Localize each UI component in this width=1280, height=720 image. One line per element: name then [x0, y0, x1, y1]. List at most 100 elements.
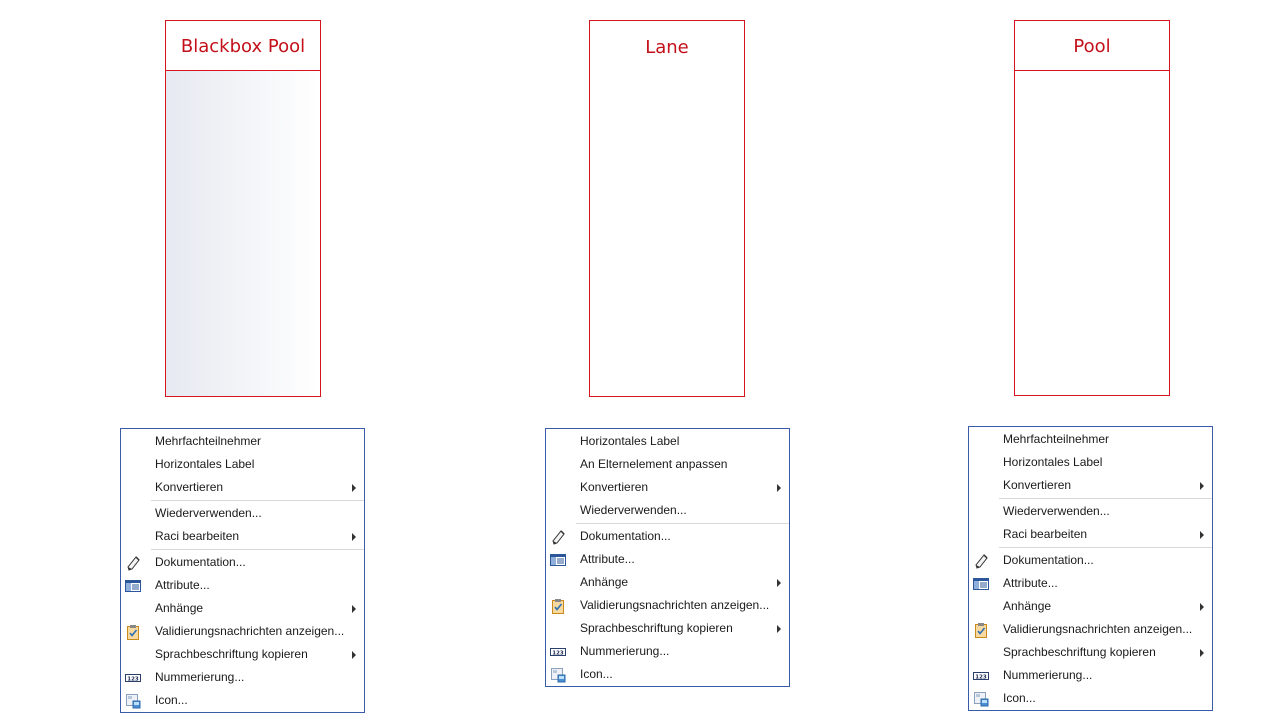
menu-item-label: Anhänge [580, 575, 629, 589]
menu-item-label: Raci bearbeiten [155, 529, 240, 543]
menu-item-anhänge[interactable]: Anhänge [546, 571, 789, 594]
attributes-table-icon [125, 578, 141, 594]
lane-shape[interactable]: Lane [589, 20, 745, 397]
menu-item-nummerierung[interactable]: 123 Nummerierung... [546, 640, 789, 663]
blackbox-pool-title: Blackbox Pool [180, 36, 306, 57]
menu-item-label: Sprachbeschriftung kopieren [580, 621, 733, 635]
menu-item-attribute[interactable]: Attribute... [546, 548, 789, 571]
menu-item-konvertieren[interactable]: Konvertieren [546, 476, 789, 499]
blackbox-pool-shape[interactable]: Blackbox Pool [165, 20, 321, 397]
submenu-arrow-icon [777, 484, 781, 492]
menu-item-sprachbeschriftung-kopieren[interactable]: Sprachbeschriftung kopieren [121, 643, 364, 666]
menu-item-label: Horizontales Label [580, 434, 680, 448]
menu-item-sprachbeschriftung-kopieren[interactable]: Sprachbeschriftung kopieren [546, 617, 789, 640]
menu-separator [576, 523, 789, 524]
context-menu-lane: Horizontales Label An Elternelement anpas… [545, 428, 790, 687]
menu-item-mehrfachteilnehmer[interactable]: Mehrfachteilnehmer [969, 428, 1212, 451]
menu-item-anhänge[interactable]: Anhänge [969, 595, 1212, 618]
menu-item-attribute[interactable]: Attribute... [969, 572, 1212, 595]
clipboard-check-icon [973, 622, 989, 638]
menu-item-mehrfachteilnehmer[interactable]: Mehrfachteilnehmer [121, 430, 364, 453]
menu-item-horizontales-label[interactable]: Horizontales Label [121, 453, 364, 476]
menu-item-validierungsnachrichten-anzeigen[interactable]: Validierungsnachrichten anzeigen... [121, 620, 364, 643]
pencil-icon [550, 529, 566, 545]
menu-item-label: Sprachbeschriftung kopieren [1003, 645, 1156, 659]
menu-item-label: Attribute... [155, 578, 210, 592]
submenu-arrow-icon [352, 605, 356, 613]
menu-item-validierungsnachrichten-anzeigen[interactable]: Validierungsnachrichten anzeigen... [546, 594, 789, 617]
numbering-123-icon: 123 [125, 670, 141, 686]
submenu-arrow-icon [1200, 603, 1204, 611]
menu-item-dokumentation[interactable]: Dokumentation... [969, 549, 1212, 572]
menu-item-nummerierung[interactable]: 123 Nummerierung... [121, 666, 364, 689]
menu-item-label: Konvertieren [1003, 478, 1072, 492]
menu-item-sprachbeschriftung-kopieren[interactable]: Sprachbeschriftung kopieren [969, 641, 1212, 664]
submenu-arrow-icon [1200, 531, 1204, 539]
svg-text:123: 123 [552, 651, 564, 657]
menu-item-label: Nummerierung... [1003, 668, 1093, 682]
menu-separator [151, 500, 364, 501]
attributes-table-icon [973, 576, 989, 592]
numbering-123-icon: 123 [973, 668, 989, 684]
menu-item-label: Attribute... [1003, 576, 1058, 590]
context-menu-blackbox-pool: Mehrfachteilnehmer Horizontales Label Konv… [120, 428, 365, 713]
menu-item-label: Icon... [580, 667, 613, 681]
menu-item-label: Icon... [155, 693, 188, 707]
menu-item-raci-bearbeiten[interactable]: Raci bearbeiten [969, 523, 1212, 546]
menu-item-label: Attribute... [580, 552, 635, 566]
image-icon [550, 667, 566, 683]
menu-item-wiederverwenden[interactable]: Wiederverwenden... [546, 499, 789, 522]
submenu-arrow-icon [777, 625, 781, 633]
menu-item-label: Raci bearbeiten [1003, 527, 1088, 541]
menu-item-label: Wiederverwenden... [580, 503, 687, 517]
clipboard-check-icon [125, 624, 141, 640]
blackbox-pool-body [166, 71, 320, 396]
image-icon [125, 693, 141, 709]
menu-item-validierungsnachrichten-anzeigen[interactable]: Validierungsnachrichten anzeigen... [969, 618, 1212, 641]
menu-item-dokumentation[interactable]: Dokumentation... [546, 525, 789, 548]
submenu-arrow-icon [352, 484, 356, 492]
menu-item-an-elternelement-anpassen[interactable]: An Elternelement anpassen [546, 453, 789, 476]
svg-text:123: 123 [127, 677, 139, 683]
menu-item-label: Nummerierung... [155, 670, 245, 684]
menu-item-label: Anhänge [155, 601, 204, 615]
menu-item-horizontales-label[interactable]: Horizontales Label [969, 451, 1212, 474]
menu-item-wiederverwenden[interactable]: Wiederverwenden... [121, 502, 364, 525]
attributes-table-icon [550, 552, 566, 568]
menu-separator [999, 547, 1212, 548]
menu-item-nummerierung[interactable]: 123 Nummerierung... [969, 664, 1212, 687]
numbering-123-icon: 123 [550, 644, 566, 660]
menu-item-label: Wiederverwenden... [1003, 504, 1110, 518]
menu-item-konvertieren[interactable]: Konvertieren [121, 476, 364, 499]
menu-item-attribute[interactable]: Attribute... [121, 574, 364, 597]
menu-item-label: Horizontales Label [155, 457, 255, 471]
menu-item-label: Anhänge [1003, 599, 1052, 613]
menu-item-label: Validierungsnachrichten anzeigen... [580, 598, 770, 612]
menu-item-label: Dokumentation... [155, 555, 246, 569]
menu-item-horizontales-label[interactable]: Horizontales Label [546, 430, 789, 453]
menu-item-raci-bearbeiten[interactable]: Raci bearbeiten [121, 525, 364, 548]
menu-item-label: Mehrfachteilnehmer [155, 434, 262, 448]
menu-item-label: An Elternelement anpassen [580, 457, 728, 471]
submenu-arrow-icon [777, 579, 781, 587]
menu-item-dokumentation[interactable]: Dokumentation... [121, 551, 364, 574]
menu-item-icon[interactable]: Icon... [546, 663, 789, 686]
menu-item-label: Sprachbeschriftung kopieren [155, 647, 308, 661]
menu-item-konvertieren[interactable]: Konvertieren [969, 474, 1212, 497]
pencil-icon [125, 555, 141, 571]
menu-item-icon[interactable]: Icon... [969, 687, 1212, 710]
menu-separator [151, 549, 364, 550]
menu-item-label: Validierungsnachrichten anzeigen... [155, 624, 345, 638]
menu-item-icon[interactable]: Icon... [121, 689, 364, 712]
menu-separator [999, 498, 1212, 499]
pool-shape[interactable]: Pool [1014, 20, 1170, 396]
menu-item-label: Nummerierung... [580, 644, 670, 658]
image-icon [973, 691, 989, 707]
menu-item-label: Dokumentation... [1003, 553, 1094, 567]
pencil-icon [973, 553, 989, 569]
submenu-arrow-icon [1200, 649, 1204, 657]
menu-item-label: Dokumentation... [580, 529, 671, 543]
menu-item-wiederverwenden[interactable]: Wiederverwenden... [969, 500, 1212, 523]
menu-item-anhänge[interactable]: Anhänge [121, 597, 364, 620]
menu-item-label: Mehrfachteilnehmer [1003, 432, 1110, 446]
